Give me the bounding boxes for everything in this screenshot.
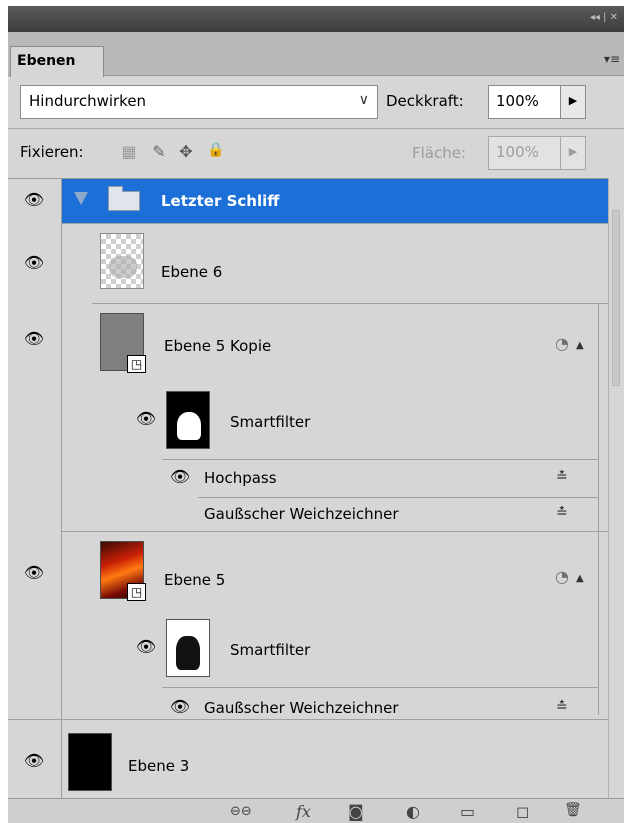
- folder-icon: [108, 186, 140, 211]
- eye-icon[interactable]: 👁: [22, 329, 46, 349]
- collapse-close-controls[interactable]: ◂◂ | ✕: [590, 12, 618, 23]
- scrollbar[interactable]: [608, 178, 624, 798]
- divider: [598, 531, 599, 715]
- thumbnail-content: [176, 636, 200, 670]
- layer-name[interactable]: Ebene 5: [164, 571, 225, 589]
- eye-icon[interactable]: 👁: [168, 467, 192, 487]
- thumbnail-content: [109, 256, 137, 278]
- layer-thumbnail[interactable]: ◳: [100, 313, 146, 373]
- new-layer-icon[interactable]: ◻: [516, 802, 529, 821]
- layer-thumbnail[interactable]: [68, 733, 112, 791]
- lock-transparency-icon[interactable]: ▦: [118, 142, 140, 164]
- collapse-arrow-icon[interactable]: ▲: [576, 340, 584, 351]
- tab-row: Ebenen ▾≡: [8, 32, 624, 77]
- filter-name[interactable]: Gaußscher Weichzeichner: [204, 505, 399, 523]
- lock-label: Fixieren:: [20, 143, 84, 161]
- smart-object-icon: ◳: [127, 583, 146, 601]
- opacity-input[interactable]: 100%: [488, 85, 562, 119]
- divider: [162, 459, 598, 460]
- scrollbar-thumb[interactable]: [612, 210, 620, 386]
- filter-name[interactable]: Hochpass: [204, 469, 277, 487]
- filter-mask-thumbnail[interactable]: [166, 391, 210, 449]
- opacity-label: Deckkraft:: [386, 92, 464, 110]
- expand-triangle-icon[interactable]: [74, 192, 88, 205]
- lock-position-icon[interactable]: ✥: [175, 142, 197, 164]
- divider: [598, 303, 599, 531]
- fill-label: Fläche:: [412, 144, 467, 162]
- layer-row-group[interactable]: Letzter Schliff: [62, 179, 608, 223]
- opacity-slider-button[interactable]: ▶: [560, 85, 586, 119]
- layers-panel: ◂◂ | ✕ Ebenen ▾≡ Hindurchwirken ∨ Deckkr…: [8, 6, 624, 823]
- divider: [8, 719, 608, 720]
- filter-options-icon[interactable]: ≛: [556, 469, 568, 485]
- adjustment-layer-icon[interactable]: ◐: [406, 802, 420, 821]
- eye-icon[interactable]: 👁: [134, 409, 158, 429]
- panel-bottom-toolbar: ⊖⊖ fx ◙ ◐ ▭ ◻ 🗑: [8, 798, 624, 823]
- filter-options-icon[interactable]: ≛: [556, 505, 568, 521]
- filter-icon: ◔: [555, 334, 569, 353]
- lock-image-icon[interactable]: ✎: [148, 142, 170, 164]
- collapse-arrow-icon[interactable]: ▲: [576, 573, 584, 584]
- divider: [162, 687, 598, 688]
- link-layers-icon[interactable]: ⊖⊖: [230, 804, 252, 819]
- fx-icon[interactable]: fx: [296, 802, 311, 821]
- divider: [62, 531, 608, 532]
- thumbnail-content: [177, 412, 201, 440]
- filter-mask-thumbnail[interactable]: [166, 619, 210, 677]
- filter-label[interactable]: Smartfilter: [230, 413, 310, 431]
- add-mask-icon[interactable]: ◙: [348, 802, 364, 821]
- fill-input[interactable]: 100%: [488, 136, 562, 170]
- divider: [62, 223, 608, 224]
- eye-icon[interactable]: 👁: [22, 563, 46, 583]
- smart-object-icon: ◳: [127, 355, 146, 373]
- eye-icon[interactable]: 👁: [22, 190, 46, 210]
- chevron-down-icon: ∨: [358, 92, 369, 108]
- tab-ebenen[interactable]: Ebenen: [10, 46, 104, 77]
- eye-icon[interactable]: 👁: [22, 253, 46, 273]
- new-group-icon[interactable]: ▭: [460, 802, 475, 821]
- filter-options-icon[interactable]: ≛: [556, 699, 568, 715]
- eye-icon[interactable]: 👁: [22, 751, 46, 771]
- filter-label[interactable]: Smartfilter: [230, 641, 310, 659]
- layer-name: Letzter Schliff: [161, 192, 280, 210]
- layer-name[interactable]: Ebene 6: [161, 263, 222, 281]
- eye-icon[interactable]: 👁: [134, 637, 158, 657]
- layer-name[interactable]: Ebene 5 Kopie: [164, 337, 271, 355]
- divider: [8, 128, 624, 129]
- eye-icon[interactable]: 👁: [168, 697, 192, 717]
- panel-titlebar[interactable]: ◂◂ | ✕: [8, 6, 624, 32]
- divider: [198, 497, 598, 498]
- layer-thumbnail[interactable]: ◳: [100, 541, 146, 601]
- blend-mode-value: Hindurchwirken: [29, 92, 147, 110]
- trash-icon[interactable]: 🗑: [564, 802, 582, 818]
- layer-name[interactable]: Ebene 3: [128, 757, 189, 775]
- filter-name[interactable]: Gaußscher Weichzeichner: [204, 699, 399, 717]
- lock-all-icon[interactable]: 🔒: [205, 142, 227, 164]
- blend-mode-select[interactable]: Hindurchwirken ∨: [20, 85, 378, 119]
- layer-list: Letzter Schliff 👁 👁 Ebene 6 👁 ◳ Ebene 5 …: [8, 178, 608, 798]
- layer-thumbnail[interactable]: [100, 233, 144, 289]
- divider: [92, 303, 608, 304]
- panel-menu-icon[interactable]: ▾≡: [604, 52, 620, 66]
- fill-slider-button[interactable]: ▶: [560, 136, 586, 170]
- filter-icon: ◔: [555, 567, 569, 586]
